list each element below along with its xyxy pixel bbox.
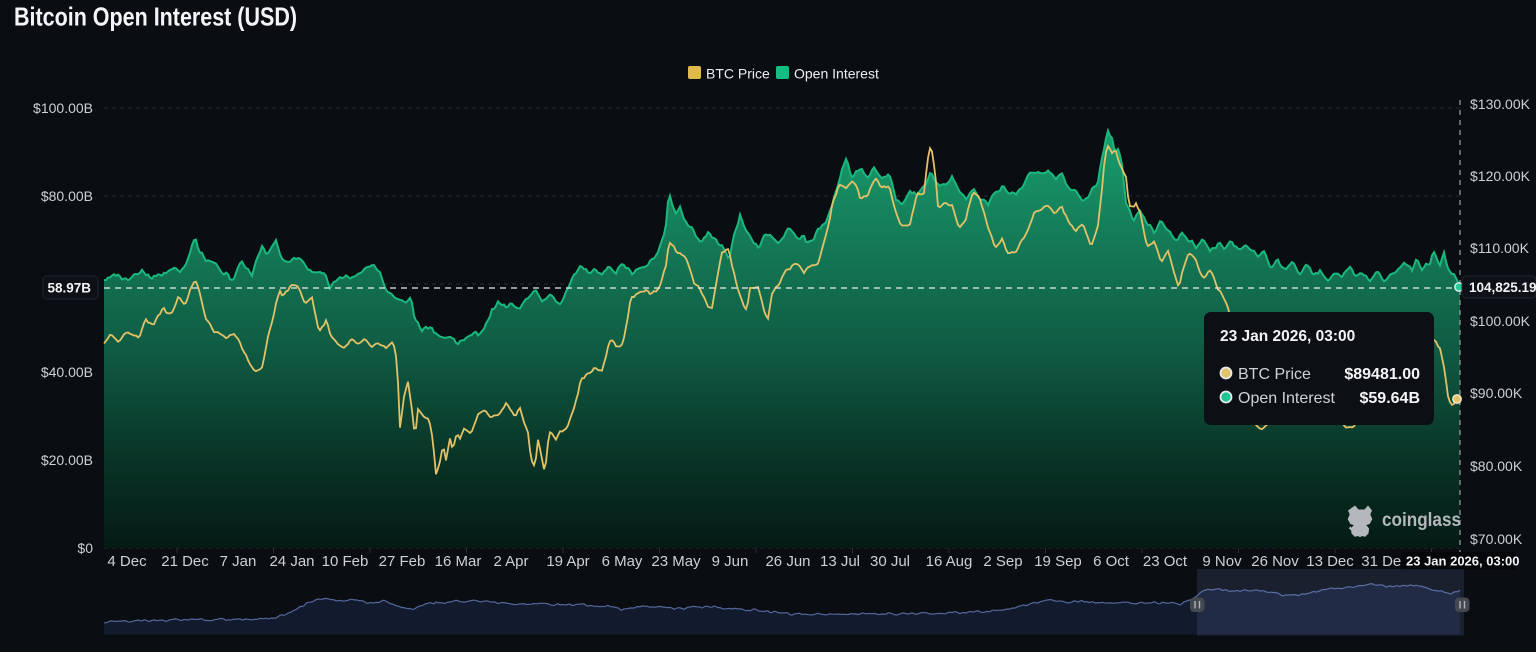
svg-text:13 Jul: 13 Jul xyxy=(820,553,860,570)
svg-text:2 Sep: 2 Sep xyxy=(983,553,1022,570)
svg-text:19 Sep: 19 Sep xyxy=(1034,553,1082,570)
svg-text:2 Apr: 2 Apr xyxy=(493,553,528,570)
svg-text:24 Jan: 24 Jan xyxy=(269,553,314,570)
svg-text:9 Nov: 9 Nov xyxy=(1202,553,1242,570)
svg-text:$100.00B: $100.00B xyxy=(33,100,93,116)
svg-text:BTC Price: BTC Price xyxy=(706,66,770,82)
svg-text:19 Apr: 19 Apr xyxy=(546,553,589,570)
svg-text:$70.00K: $70.00K xyxy=(1470,531,1523,547)
svg-text:7 Jan: 7 Jan xyxy=(220,553,257,570)
svg-text:16 Mar: 16 Mar xyxy=(435,553,482,570)
svg-text:Bitcoin Open Interest (USD): Bitcoin Open Interest (USD) xyxy=(14,2,297,32)
svg-text:26 Jun: 26 Jun xyxy=(765,553,810,570)
svg-text:16 Aug: 16 Aug xyxy=(926,553,973,570)
svg-text:4 Dec: 4 Dec xyxy=(107,553,147,570)
svg-text:27 Feb: 27 Feb xyxy=(379,553,426,570)
svg-text:$110.00K: $110.00K xyxy=(1470,240,1530,256)
svg-text:$40.00B: $40.00B xyxy=(41,364,93,380)
svg-text:10 Feb: 10 Feb xyxy=(322,553,369,570)
svg-text:Open Interest: Open Interest xyxy=(794,66,879,82)
svg-text:23 Oct: 23 Oct xyxy=(1143,553,1188,570)
svg-text:13 Dec: 13 Dec xyxy=(1306,553,1354,570)
svg-text:104,825.19: 104,825.19 xyxy=(1469,280,1536,295)
svg-text:$90.00K: $90.00K xyxy=(1470,385,1523,401)
svg-text:23 Jan 2026, 03:00: 23 Jan 2026, 03:00 xyxy=(1220,328,1355,345)
svg-text:58.97B: 58.97B xyxy=(47,281,91,296)
svg-text:$89481.00: $89481.00 xyxy=(1344,366,1420,383)
svg-text:$0: $0 xyxy=(77,540,93,556)
svg-text:$100.00K: $100.00K xyxy=(1470,313,1531,329)
svg-text:$59.64B: $59.64B xyxy=(1360,390,1421,407)
svg-text:6 Oct: 6 Oct xyxy=(1093,553,1130,570)
svg-text:26 Nov: 26 Nov xyxy=(1251,553,1299,570)
svg-text:BTC Price: BTC Price xyxy=(1238,366,1311,383)
svg-text:$20.00B: $20.00B xyxy=(41,452,93,468)
svg-text:23 Jan 2026, 03:00: 23 Jan 2026, 03:00 xyxy=(1406,554,1519,569)
svg-text:9 Jun: 9 Jun xyxy=(712,553,749,570)
svg-text:30 Jul: 30 Jul xyxy=(870,553,910,570)
svg-text:$130.00K: $130.00K xyxy=(1470,96,1531,112)
svg-text:6 May: 6 May xyxy=(602,553,643,570)
svg-text:$80.00B: $80.00B xyxy=(41,188,93,204)
svg-text:$80.00K: $80.00K xyxy=(1470,458,1523,474)
svg-text:21 Dec: 21 Dec xyxy=(161,553,209,570)
svg-text:$120.00K: $120.00K xyxy=(1470,168,1531,184)
svg-text:23 May: 23 May xyxy=(651,553,701,570)
svg-text:Open Interest: Open Interest xyxy=(1238,390,1336,407)
svg-text:coinglass: coinglass xyxy=(1382,509,1461,531)
